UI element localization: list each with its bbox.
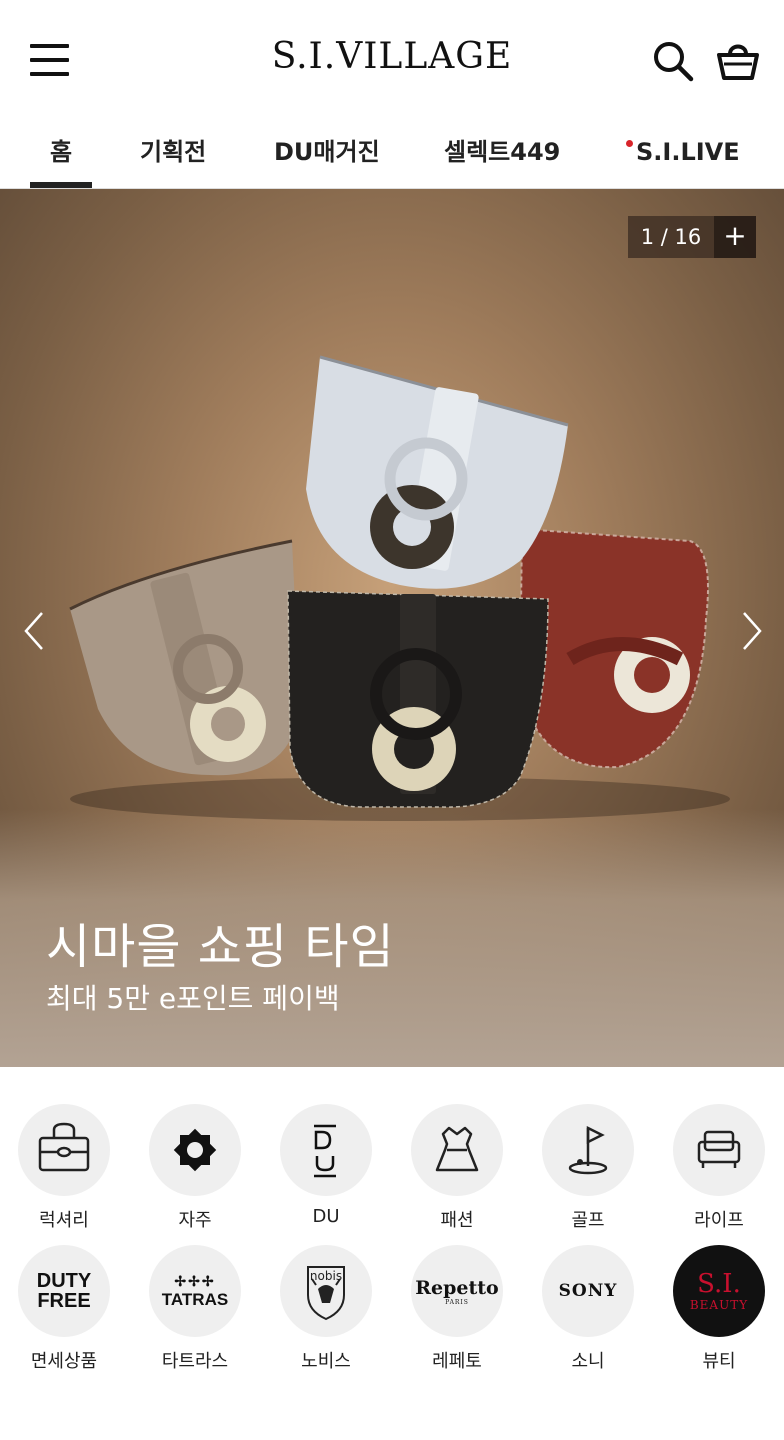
category-icon-circle: SONY bbox=[542, 1245, 634, 1337]
category-duty-free[interactable]: DUTY FREE 면세상품 bbox=[9, 1245, 119, 1373]
logo-text: TATRAS bbox=[161, 1289, 229, 1309]
shopping-basket-icon[interactable] bbox=[716, 38, 760, 82]
tatras-logo: ✢✢✢ TATRAS bbox=[149, 1245, 241, 1337]
tab-label: DU매거진 bbox=[274, 138, 380, 166]
live-indicator-dot bbox=[626, 140, 633, 147]
category-icon-circle: Repetto PARIS bbox=[411, 1245, 503, 1337]
slide-counter-text: 1 / 16 bbox=[628, 216, 714, 258]
expand-plus-button[interactable]: + bbox=[714, 216, 756, 258]
tab-si-live[interactable]: S.I.LIVE bbox=[626, 120, 740, 188]
category-icon-circle bbox=[673, 1104, 765, 1196]
category-beauty[interactable]: S.I. BEAUTY 뷰티 bbox=[664, 1245, 774, 1373]
logo-subtext: PARIS bbox=[445, 1298, 469, 1306]
red-handbag bbox=[518, 527, 709, 769]
banner-subtitle: 최대 5만 e포인트 페이백 bbox=[46, 982, 340, 1015]
dress-icon bbox=[435, 1126, 479, 1172]
category-icon-circle: ✢✢✢ TATRAS bbox=[149, 1245, 241, 1337]
logo-line: FREE bbox=[37, 1290, 91, 1312]
category-label: 면세상품 bbox=[30, 1351, 98, 1372]
category-icon-circle: nobis bbox=[280, 1245, 372, 1337]
logo-line: DUTY bbox=[36, 1270, 92, 1292]
tab-exhibitions[interactable]: 기획전 bbox=[140, 120, 206, 188]
black-handbag bbox=[287, 590, 549, 808]
category-life[interactable]: 라이프 bbox=[664, 1104, 774, 1232]
logo-text: SONY bbox=[558, 1281, 618, 1301]
tab-label: S.I.LIVE bbox=[636, 138, 740, 166]
taupe-handbag bbox=[69, 539, 300, 776]
tab-label: 기획전 bbox=[140, 138, 207, 166]
category-tatras[interactable]: ✢✢✢ TATRAS 타트라스 bbox=[140, 1245, 250, 1373]
category-icon-circle bbox=[280, 1104, 372, 1196]
category-repetto[interactable]: Repetto PARIS 레페토 bbox=[402, 1245, 512, 1373]
category-label: 소니 bbox=[571, 1351, 605, 1372]
sofa-icon bbox=[697, 1130, 741, 1168]
category-label: 타트라스 bbox=[161, 1351, 229, 1372]
category-label: 패션 bbox=[440, 1210, 474, 1231]
category-icon-circle: S.I. BEAUTY bbox=[673, 1245, 765, 1337]
search-icon[interactable] bbox=[652, 40, 694, 82]
category-fashion[interactable]: 패션 bbox=[402, 1104, 512, 1232]
tab-label: 홈 bbox=[50, 138, 73, 166]
du-logo-icon bbox=[314, 1124, 336, 1178]
category-label: 럭셔리 bbox=[39, 1210, 89, 1231]
category-label: 레페토 bbox=[432, 1351, 482, 1372]
nobis-logo bbox=[307, 1266, 345, 1321]
chevron-left-icon[interactable] bbox=[20, 609, 50, 653]
category-golf[interactable]: 골프 bbox=[533, 1104, 643, 1232]
category-label: 뷰티 bbox=[702, 1351, 736, 1372]
top-nav-tabs: 홈 기획전 DU매거진 셀렉트449 S.I.LIVE bbox=[0, 120, 784, 189]
category-label: 자주 bbox=[178, 1210, 212, 1231]
category-icon-circle bbox=[18, 1104, 110, 1196]
duty-free-logo: DUTY FREE bbox=[18, 1245, 110, 1337]
slide-counter[interactable]: 1 / 16 + bbox=[628, 216, 756, 258]
category-label: 골프 bbox=[571, 1210, 605, 1231]
logo-text: Repetto bbox=[415, 1276, 499, 1299]
category-jaju[interactable]: 자주 bbox=[140, 1104, 250, 1232]
logo-text: S.I. bbox=[697, 1269, 741, 1299]
app-header: S.I.VILLAGE bbox=[0, 0, 784, 120]
tab-select449[interactable]: 셀렉트449 bbox=[444, 120, 560, 188]
chevron-right-icon[interactable] bbox=[736, 609, 766, 653]
logo-subtext: BEAUTY bbox=[689, 1298, 749, 1312]
category-icon-circle bbox=[411, 1104, 503, 1196]
si-beauty-logo: S.I. BEAUTY bbox=[673, 1245, 765, 1337]
category-icon-circle bbox=[149, 1104, 241, 1196]
sony-logo: SONY bbox=[542, 1245, 634, 1337]
category-du[interactable]: DU bbox=[271, 1104, 381, 1227]
tatras-emblem: ✢✢✢ bbox=[174, 1272, 216, 1289]
category-icon-circle: DUTY FREE bbox=[18, 1245, 110, 1337]
category-luxury[interactable]: 럭셔리 bbox=[9, 1104, 119, 1232]
jaju-logo-icon bbox=[173, 1128, 217, 1172]
tab-du-magazine[interactable]: DU매거진 bbox=[274, 120, 380, 188]
banner-title: 시마을 쇼핑 타임 bbox=[46, 919, 395, 975]
category-nobis[interactable]: nobis 노비스 bbox=[271, 1245, 381, 1373]
logo-text: nobis bbox=[309, 1269, 343, 1283]
hero-banner[interactable]: 1 / 16 + 시마을 쇼핑 타임 최대 5만 e포인트 페이백 bbox=[0, 189, 784, 1067]
category-label: 라이프 bbox=[694, 1210, 744, 1231]
category-sony[interactable]: SONY 소니 bbox=[533, 1245, 643, 1373]
golf-flag-icon bbox=[568, 1125, 608, 1175]
luxury-bag-icon bbox=[38, 1122, 90, 1172]
tab-home[interactable]: 홈 bbox=[29, 120, 93, 188]
category-label: DU bbox=[312, 1206, 340, 1227]
tab-label: 셀렉트449 bbox=[444, 138, 561, 166]
category-label: 노비스 bbox=[301, 1351, 351, 1372]
repetto-logo: Repetto PARIS bbox=[411, 1245, 503, 1337]
category-icon-circle bbox=[542, 1104, 634, 1196]
